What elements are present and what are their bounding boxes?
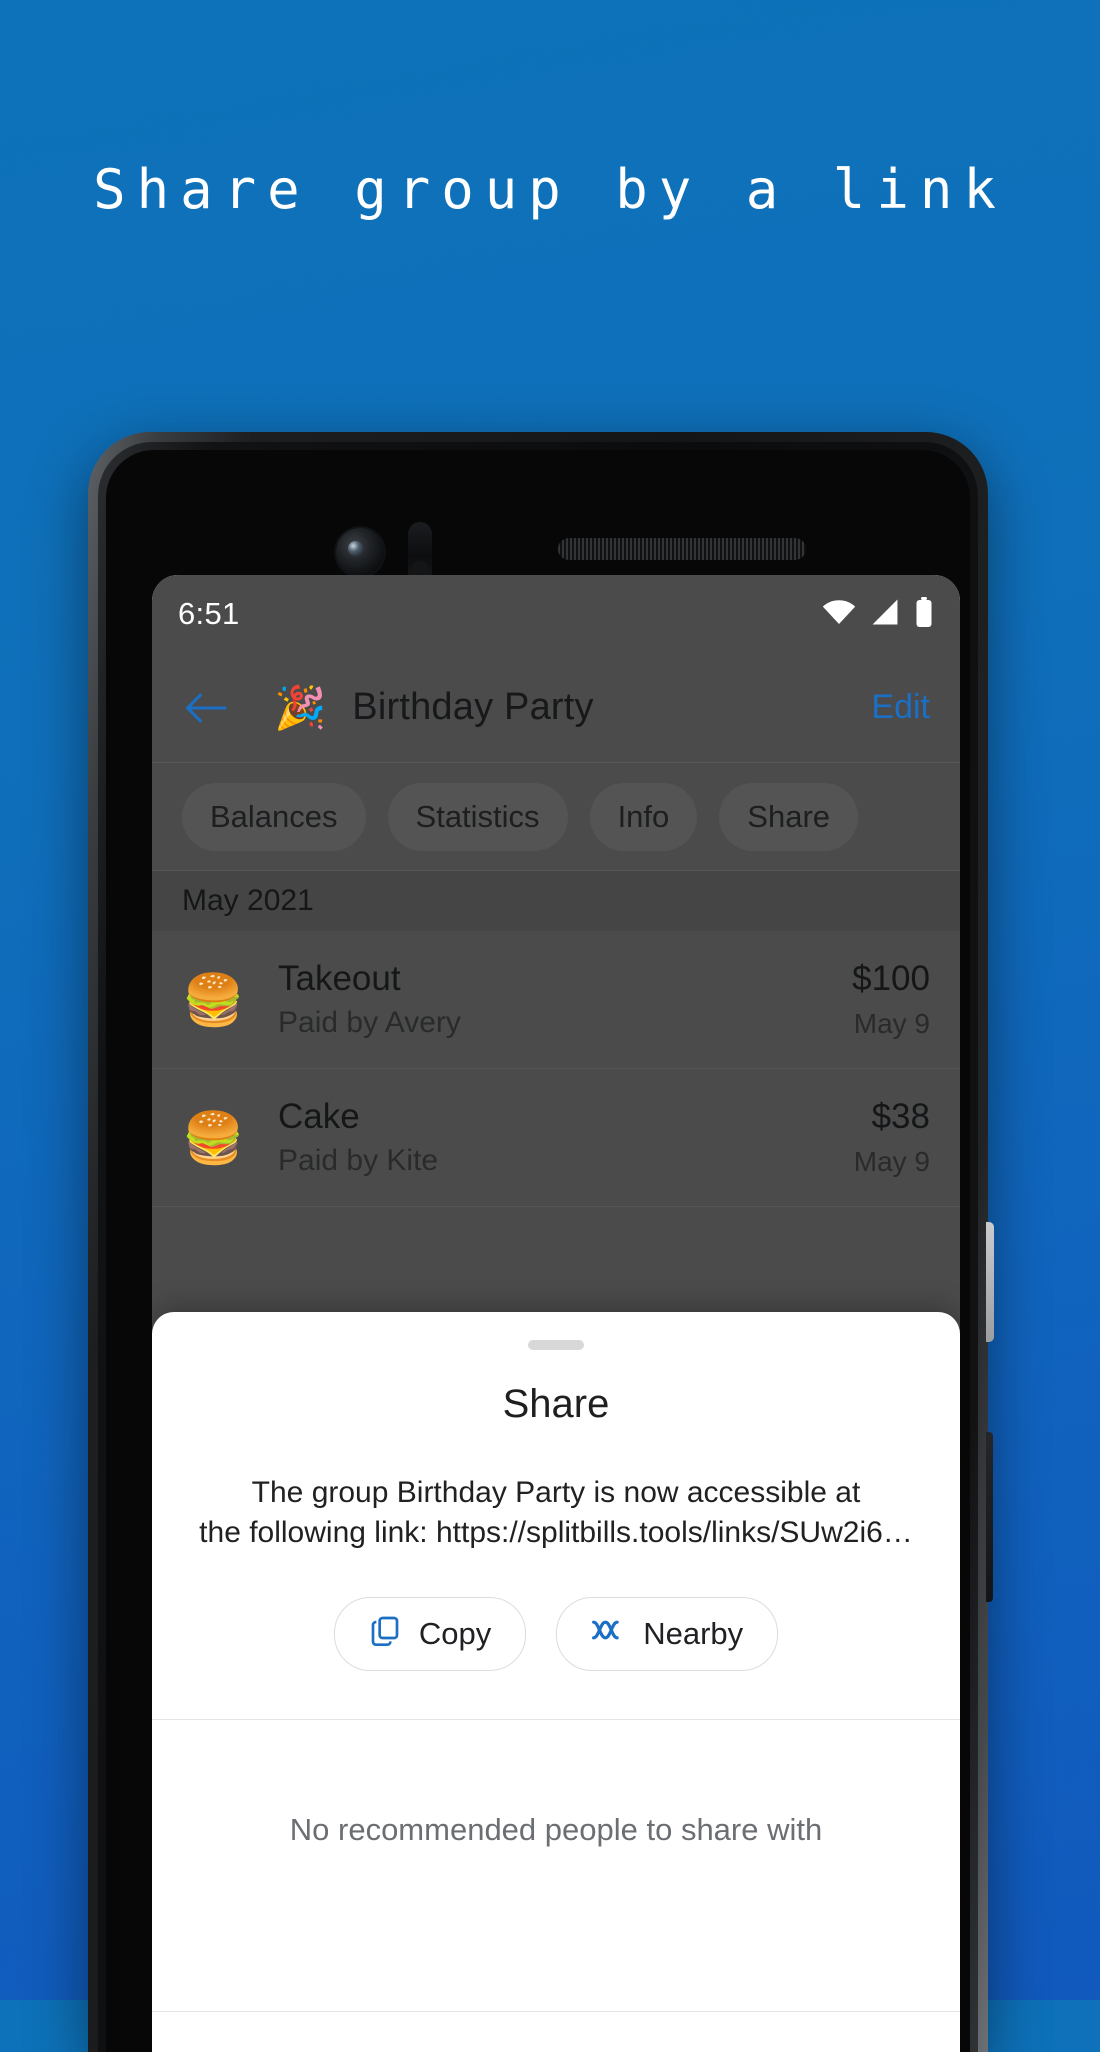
table-row[interactable]: 🍔 Cake Paid by Kite $38 May 9 [152, 1069, 960, 1207]
chip-share[interactable]: Share [719, 782, 859, 851]
nearby-label: Nearby [643, 1616, 744, 1652]
back-arrow-icon[interactable] [182, 684, 230, 732]
table-row[interactable]: 🍔 Takeout Paid by Avery $100 May 9 [152, 931, 960, 1069]
copy-label: Copy [418, 1616, 492, 1652]
phone-mockup: 6:51 🎉 Birthday Party Edit Balances Stat… [88, 432, 994, 2052]
drag-handle[interactable] [528, 1340, 584, 1350]
sheet-action-row: Copy Nearby [152, 1597, 960, 1672]
group-emoji: 🎉 [274, 683, 327, 731]
status-bar: 6:51 [152, 575, 960, 653]
share-bottom-sheet: Share The group Birthday Party is now ac… [152, 1312, 960, 2052]
expense-payer: Paid by Kite [278, 1144, 439, 1177]
battery-icon [914, 596, 934, 632]
copy-button[interactable]: Copy [333, 1597, 527, 1672]
expense-emoji: 🍔 [182, 1109, 245, 1166]
expense-title: Cake [278, 1097, 360, 1136]
chip-info[interactable]: Info [589, 782, 698, 851]
wifi-icon [822, 599, 856, 630]
promo-headline: Share group by a link [93, 158, 1007, 221]
month-header: May 2021 [152, 871, 960, 931]
expense-amount: $38 [871, 1097, 930, 1136]
sheet-description: The group Birthday Party is now accessib… [199, 1476, 913, 1550]
chip-statistics[interactable]: Statistics [387, 782, 568, 851]
sheet-empty-state: No recommended people to share with [289, 1812, 823, 1848]
status-icon-group [822, 596, 934, 632]
expense-amount: $100 [852, 959, 930, 998]
nearby-button[interactable]: Nearby [556, 1597, 779, 1672]
phone-bezel: 6:51 🎉 Birthday Party Edit Balances Stat… [106, 450, 970, 2052]
app-screen: 6:51 🎉 Birthday Party Edit Balances Stat… [152, 575, 960, 2052]
cellular-signal-icon [869, 598, 901, 631]
expense-list: 🍔 Takeout Paid by Avery $100 May 9 🍔 Cak… [152, 931, 960, 1207]
expense-date: May 9 [853, 1008, 930, 1039]
chips-row: Balances Statistics Info Share [152, 763, 960, 871]
phone-power-button [986, 1222, 994, 1342]
group-title: Birthday Party [352, 686, 594, 728]
edit-button[interactable]: Edit [871, 688, 930, 727]
expense-title: Takeout [278, 959, 401, 998]
nearby-share-icon [591, 1615, 625, 1653]
expense-date: May 9 [853, 1146, 930, 1177]
sheet-divider-bottom [152, 2011, 960, 2012]
expense-emoji: 🍔 [182, 971, 245, 1028]
earpiece-speaker-icon [558, 538, 806, 560]
app-bar: 🎉 Birthday Party Edit [152, 653, 960, 763]
front-camera-icon [336, 528, 384, 576]
expense-payer: Paid by Avery [278, 1006, 461, 1039]
phone-volume-button [986, 1432, 993, 1602]
chip-balances[interactable]: Balances [182, 782, 366, 851]
copy-icon [369, 1614, 401, 1654]
sheet-title: Share [502, 1382, 610, 1426]
status-time: 6:51 [178, 596, 240, 631]
